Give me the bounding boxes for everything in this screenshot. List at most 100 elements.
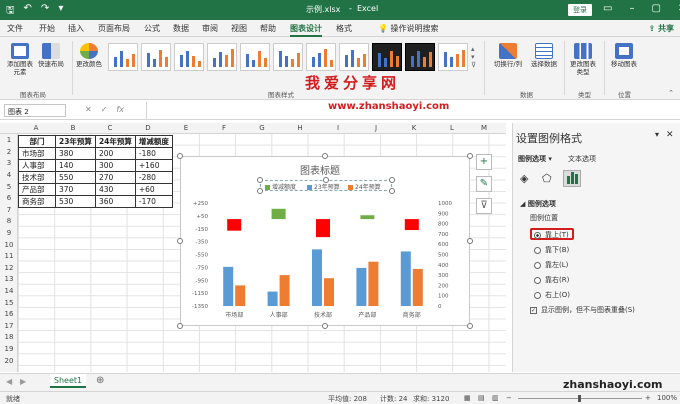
enter-icon[interactable]: ✓	[101, 105, 108, 114]
tab-file[interactable]: 文件	[7, 23, 23, 34]
row-header[interactable]: 2	[0, 148, 18, 156]
table-cell[interactable]: +160	[134, 159, 173, 172]
legend-position-top[interactable]: 靠上(T)	[534, 230, 569, 240]
column-header[interactable]: L	[434, 124, 470, 132]
tab-view[interactable]: 视图	[231, 23, 247, 34]
row-header[interactable]: 16	[0, 310, 18, 318]
zoom-out-icon[interactable]: −	[506, 394, 512, 402]
chart-style-9[interactable]	[372, 43, 402, 71]
table-cell[interactable]: 市场部	[18, 147, 56, 160]
row-header[interactable]: 5	[0, 183, 18, 191]
chart-style-10[interactable]	[405, 43, 435, 71]
chart-resize-handle[interactable]	[467, 323, 473, 329]
row-header[interactable]: 9	[0, 229, 18, 237]
tab-format[interactable]: 格式	[336, 23, 352, 34]
row-header[interactable]: 6	[0, 194, 18, 202]
row-header[interactable]: 8	[0, 217, 18, 225]
pentagon-effects-icon[interactable]: ⬠	[542, 172, 552, 185]
chart-resize-handle[interactable]	[177, 323, 183, 329]
chart-style-2[interactable]	[141, 43, 171, 71]
chart-resize-handle[interactable]	[177, 153, 183, 159]
row-header[interactable]: 11	[0, 252, 18, 260]
zoom-in-icon[interactable]: +	[645, 394, 651, 402]
chart-style-3[interactable]	[174, 43, 204, 71]
chart-resize-handle[interactable]	[322, 323, 328, 329]
legend-handle[interactable]	[257, 177, 263, 183]
styles-scroll-icon[interactable]: ▴ ▾ ⊽	[471, 45, 476, 69]
add-chart-element-button[interactable]: 添加图表元素	[4, 43, 36, 76]
column-header[interactable]: M	[466, 124, 502, 132]
customize-qat-icon[interactable]: ▾	[58, 3, 63, 20]
table-cell[interactable]: 370	[55, 183, 96, 196]
minimize-icon[interactable]: –	[629, 3, 634, 14]
no-overlap-checkbox[interactable]: ✓ 显示图例，但不与图表重叠(S)	[530, 305, 635, 315]
tab-review[interactable]: 审阅	[202, 23, 218, 34]
name-box[interactable]: 图表 2	[4, 104, 66, 117]
tab-home[interactable]: 开始	[39, 23, 55, 34]
column-header[interactable]: B	[55, 124, 91, 132]
select-data-button[interactable]: 选择数据	[528, 43, 560, 68]
legend-handle[interactable]	[257, 188, 263, 194]
chart-style-1[interactable]	[108, 43, 138, 71]
pane-dropdown-icon[interactable]: ▾	[655, 130, 659, 139]
chart-style-5[interactable]	[240, 43, 270, 71]
column-header[interactable]: D	[130, 124, 166, 132]
ribbon-display-icon[interactable]: ▭	[603, 3, 612, 14]
legend-options-icon[interactable]	[563, 170, 581, 187]
save-icon[interactable]: 🖫	[6, 3, 15, 20]
table-cell[interactable]: +60	[134, 183, 173, 196]
sheet-tab[interactable]: Sheet1	[50, 374, 86, 388]
tab-insert[interactable]: 插入	[68, 23, 84, 34]
quick-layout-button[interactable]: 快速布局	[36, 43, 66, 68]
table-cell[interactable]: 430	[94, 183, 136, 196]
table-cell[interactable]: 270	[94, 171, 136, 184]
table-cell[interactable]: -280	[134, 171, 173, 184]
next-sheet-icon[interactable]: ▶	[20, 377, 26, 386]
change-chart-type-button[interactable]: 更改图表类型	[568, 43, 598, 76]
table-cell[interactable]: -170	[134, 195, 173, 208]
normal-view-icon[interactable]: ▦	[464, 394, 471, 402]
add-sheet-icon[interactable]: ⊕	[96, 375, 104, 386]
table-header-cell[interactable]: 23年预算	[55, 135, 96, 148]
table-header-cell[interactable]: 部门	[18, 135, 56, 148]
zoom-slider-thumb[interactable]	[578, 395, 581, 402]
legend-position-top-right[interactable]: 右上(O)	[534, 290, 570, 300]
table-cell[interactable]: 530	[55, 195, 96, 208]
tell-me-search[interactable]: 💡 操作说明搜索	[378, 23, 439, 34]
legend-handle[interactable]	[389, 188, 395, 194]
cancel-icon[interactable]: ✕	[85, 105, 92, 114]
chart-style-8[interactable]	[339, 43, 369, 71]
table-cell[interactable]: 140	[55, 159, 96, 172]
tab-help[interactable]: 帮助	[260, 23, 276, 34]
chart-style-6[interactable]	[273, 43, 303, 71]
chart-style-7[interactable]	[306, 43, 336, 71]
prev-sheet-icon[interactable]: ◀	[6, 377, 12, 386]
login-button[interactable]: 登录	[568, 4, 592, 16]
tab-chart-design[interactable]: 图表设计	[290, 23, 322, 37]
table-cell[interactable]: 550	[55, 171, 96, 184]
chart-styles-brush-icon[interactable]: ✎	[476, 176, 492, 192]
row-header[interactable]: 18	[0, 333, 18, 341]
share-button[interactable]: ⇪ 共享	[649, 23, 675, 34]
table-cell[interactable]: 200	[94, 147, 136, 160]
maximize-icon[interactable]: ▢	[651, 3, 660, 14]
table-cell[interactable]: 360	[94, 195, 136, 208]
column-header[interactable]: C	[92, 124, 128, 132]
row-header[interactable]: 1	[0, 136, 18, 144]
chart-resize-handle[interactable]	[177, 238, 183, 244]
chart-resize-handle[interactable]	[322, 153, 328, 159]
move-chart-button[interactable]: 移动图表	[608, 43, 640, 68]
chart-resize-handle[interactable]	[467, 238, 473, 244]
legend-handle[interactable]	[323, 177, 329, 183]
legend-position-bottom[interactable]: 靠下(B)	[534, 245, 569, 255]
legend-handle[interactable]	[389, 177, 395, 183]
column-header[interactable]: A	[18, 124, 54, 132]
legend-position-left[interactable]: 靠左(L)	[534, 260, 568, 270]
row-header[interactable]: 19	[0, 345, 18, 353]
row-header[interactable]: 12	[0, 264, 18, 272]
zoom-level[interactable]: 100%	[657, 394, 677, 402]
row-header[interactable]: 20	[0, 357, 18, 365]
row-header[interactable]: 4	[0, 171, 18, 179]
column-header[interactable]: I	[320, 124, 356, 132]
tab-data[interactable]: 数据	[173, 23, 189, 34]
